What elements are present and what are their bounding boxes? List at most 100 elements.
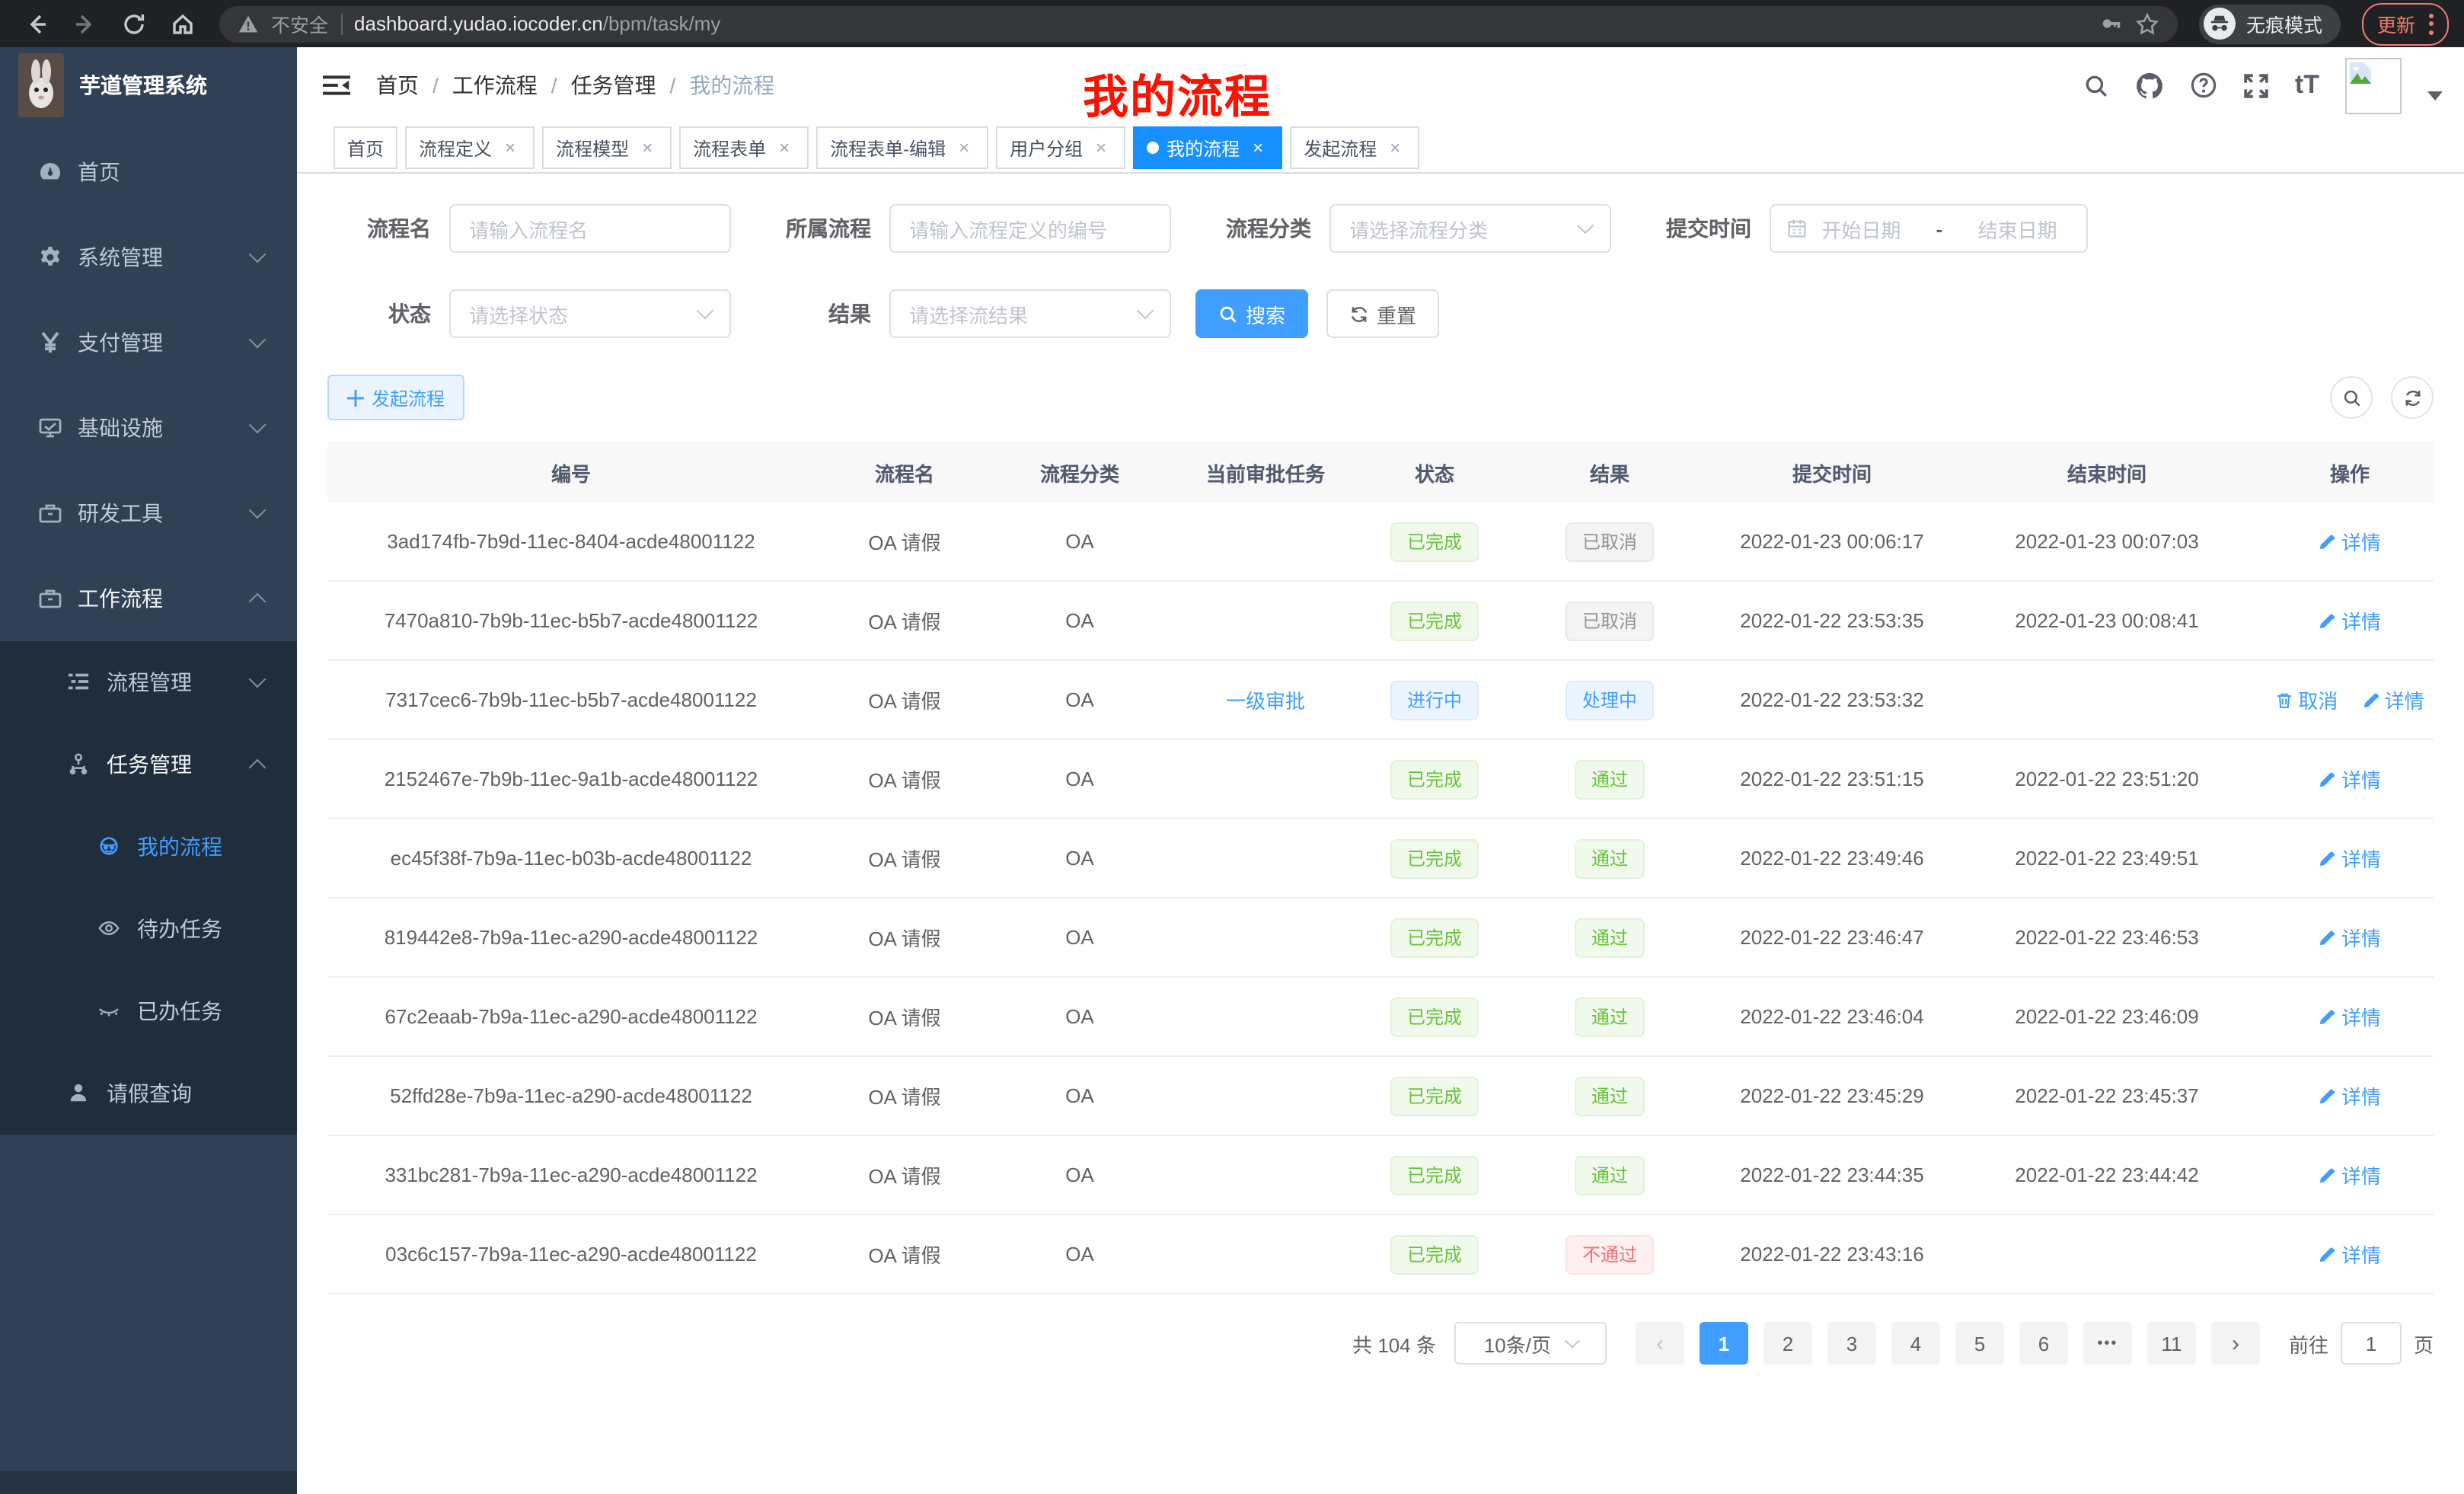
detail-button[interactable]: 详情	[2319, 765, 2381, 793]
end-date-input[interactable]: 结束日期	[1964, 214, 2071, 243]
close-icon[interactable]: ×	[774, 137, 795, 158]
search-button[interactable]: 搜索	[1195, 289, 1308, 338]
github-icon[interactable]	[2135, 71, 2164, 100]
sidebar-item-leave-query[interactable]: 请假查询	[0, 1052, 297, 1135]
date-range-picker[interactable]: 开始日期 - 结束日期	[1770, 204, 2088, 253]
create-process-button[interactable]: 发起流程	[327, 375, 464, 420]
bookmark-star-icon[interactable]	[2135, 11, 2159, 36]
sidebar-menu: 首页 系统管理 支付管理 基础设施	[0, 129, 297, 1135]
close-icon[interactable]: ×	[953, 137, 975, 158]
sidebar-collapse-bar[interactable]	[0, 1471, 297, 1494]
tab-process-form-edit[interactable]: 流程表单-编辑×	[816, 126, 988, 169]
key-icon[interactable]	[2100, 12, 2123, 35]
search-icon[interactable]	[2083, 72, 2109, 98]
close-icon[interactable]: ×	[637, 137, 658, 158]
home-icon[interactable]	[161, 2, 204, 45]
detail-button[interactable]: 详情	[2319, 1160, 2381, 1189]
start-date-input[interactable]: 开始日期	[1808, 214, 1915, 243]
tab-process-definition[interactable]: 流程定义×	[405, 126, 535, 169]
page-button-2[interactable]: 2	[1763, 1322, 1812, 1365]
back-icon[interactable]	[15, 2, 58, 45]
breadcrumb-home[interactable]: 首页	[376, 70, 419, 101]
yen-icon	[38, 330, 62, 355]
page-button-4[interactable]: 4	[1891, 1322, 1940, 1365]
close-icon[interactable]: ×	[1090, 137, 1112, 158]
sidebar-item-todo-tasks[interactable]: 待办任务	[0, 888, 297, 970]
page-size-select[interactable]: 10条/页	[1454, 1322, 1607, 1365]
tab-user-group[interactable]: 用户分组×	[996, 126, 1125, 169]
close-icon[interactable]: ×	[1247, 137, 1269, 158]
avatar[interactable]	[2345, 57, 2402, 113]
page-button-5[interactable]: 5	[1955, 1322, 2004, 1365]
status-badge: 已完成	[1390, 997, 1479, 1036]
col-submit-time: 提交时间	[1716, 442, 1948, 503]
tab-my-process[interactable]: 我的流程×	[1133, 126, 1282, 169]
sidebar-item-done-tasks[interactable]: 已办任务	[0, 970, 297, 1052]
chevron-down-icon	[249, 331, 267, 349]
sidebar-item-infra[interactable]: 基础设施	[0, 385, 297, 471]
forward-icon[interactable]	[64, 2, 107, 45]
detail-button[interactable]: 详情	[2319, 844, 2381, 873]
font-size-icon[interactable]: tT	[2295, 70, 2319, 101]
edit-icon	[2319, 1087, 2337, 1105]
sidebar-item-home[interactable]: 首页	[0, 129, 297, 215]
detail-button[interactable]: 详情	[2319, 1081, 2381, 1110]
security-label[interactable]: 不安全	[271, 9, 328, 38]
tab-process-form[interactable]: 流程表单×	[679, 126, 809, 169]
search-icon	[2341, 388, 2361, 407]
fullscreen-icon[interactable]	[2243, 72, 2269, 98]
sidebar-item-task-mgmt[interactable]: 任务管理	[0, 723, 297, 806]
sidebar-item-payment[interactable]: 支付管理	[0, 300, 297, 385]
detail-button[interactable]: 详情	[2319, 527, 2381, 556]
detail-button[interactable]: 详情	[2362, 685, 2424, 714]
next-page-button[interactable]: ›	[2211, 1322, 2260, 1365]
tab-process-model[interactable]: 流程模型×	[542, 126, 672, 169]
update-label[interactable]: 更新	[2377, 9, 2415, 38]
briefcase-icon	[38, 586, 62, 611]
detail-button[interactable]: 详情	[2319, 1240, 2381, 1269]
show-search-toggle-button[interactable]	[2330, 376, 2373, 419]
collapse-sidebar-icon[interactable]	[309, 58, 364, 113]
sidebar-item-workflow[interactable]: 工作流程	[0, 556, 297, 641]
status-badge: 已完成	[1390, 601, 1479, 640]
detail-button[interactable]: 详情	[2319, 606, 2381, 635]
status-select[interactable]: 请选择状态	[449, 289, 731, 338]
browser-update-button[interactable]: 更新	[2362, 2, 2449, 45]
page-button-3[interactable]: 3	[1827, 1322, 1876, 1365]
breadcrumb: 首页 / 工作流程 / 任务管理 / 我的流程	[376, 70, 774, 101]
breadcrumb-workflow[interactable]: 工作流程	[452, 70, 538, 101]
sidebar-item-devtools[interactable]: 研发工具	[0, 471, 297, 556]
tab-home[interactable]: 首页	[334, 126, 397, 169]
avatar-dropdown-icon[interactable]	[2427, 91, 2443, 101]
goto-page-input[interactable]: 1	[2341, 1322, 2402, 1365]
parent-process-input[interactable]: 请输入流程定义的编号	[889, 204, 1171, 253]
detail-button[interactable]: 详情	[2319, 1002, 2381, 1031]
cancel-button[interactable]: 取消	[2275, 685, 2338, 714]
more-pages-button[interactable]: •••	[2083, 1322, 2132, 1365]
close-icon[interactable]: ×	[1384, 137, 1406, 158]
close-icon[interactable]: ×	[500, 137, 521, 158]
current-task-link[interactable]: 一级审批	[1226, 690, 1305, 713]
status-badge: 已完成	[1390, 1234, 1479, 1274]
page-button-11[interactable]: 11	[2147, 1322, 2196, 1365]
breadcrumb-task-mgmt[interactable]: 任务管理	[571, 70, 656, 101]
reload-icon[interactable]	[113, 2, 155, 45]
url-bar[interactable]: 不安全 dashboard.yudao.iocoder.cn/bpm/task/…	[219, 5, 2178, 42]
browser-menu-icon[interactable]	[2429, 13, 2434, 34]
help-icon[interactable]	[2190, 72, 2217, 99]
page-button-6[interactable]: 6	[2019, 1322, 2068, 1365]
result-select[interactable]: 请选择流结果	[889, 289, 1171, 338]
page-button-1[interactable]: 1	[1700, 1322, 1748, 1365]
process-name-input[interactable]: 请输入流程名	[449, 204, 731, 253]
sidebar-item-system[interactable]: 系统管理	[0, 215, 297, 300]
url-text[interactable]: dashboard.yudao.iocoder.cn/bpm/task/my	[354, 12, 2088, 35]
sidebar-item-process-mgmt[interactable]: 流程管理	[0, 641, 297, 723]
detail-button[interactable]: 详情	[2319, 923, 2381, 952]
sidebar-item-my-process[interactable]: 我的流程	[0, 806, 297, 888]
prev-page-button[interactable]: ‹	[1636, 1322, 1684, 1365]
refresh-table-button[interactable]	[2391, 376, 2434, 419]
category-select[interactable]: 请选择流程分类	[1329, 204, 1611, 253]
reset-button[interactable]: 重置	[1326, 289, 1439, 338]
logo[interactable]: 芋道管理系统	[0, 47, 297, 123]
tab-start-process[interactable]: 发起流程×	[1290, 126, 1419, 169]
